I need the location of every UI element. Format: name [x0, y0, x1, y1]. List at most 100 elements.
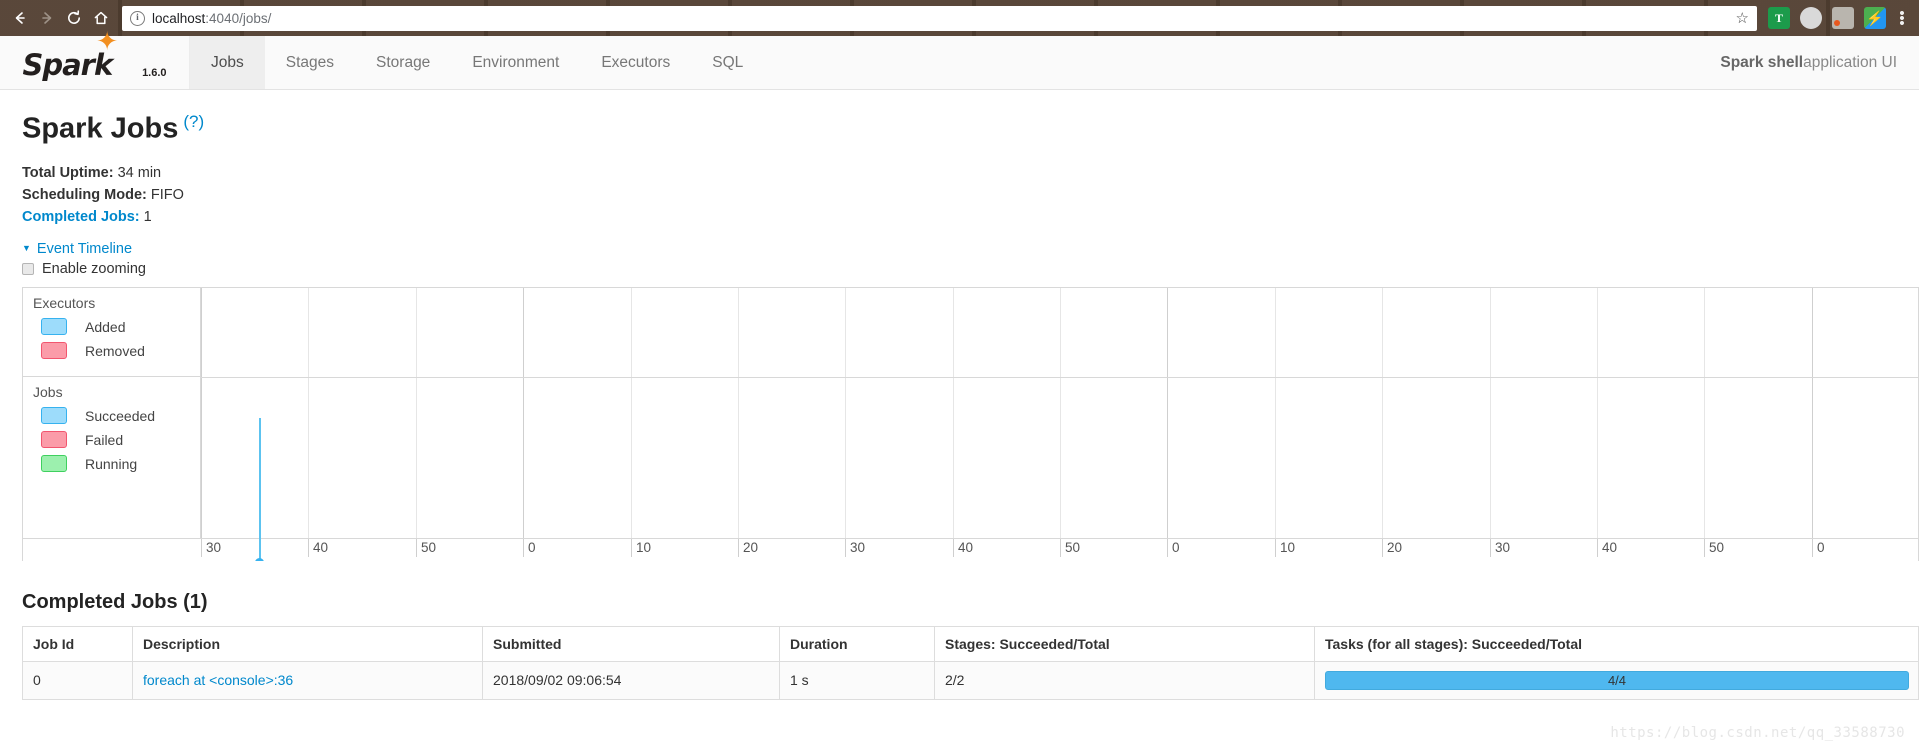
legend-jobs-title: Jobs: [33, 383, 63, 400]
browser-toolbar: i localhost :4040/jobs/ ☆ T •••: [0, 0, 1919, 36]
axis-tick-label: 30: [1495, 539, 1511, 555]
axis-tick-label: 50: [1709, 539, 1725, 555]
axis-tick-label: 20: [1387, 539, 1403, 555]
tasks-progress-bar: 4/4: [1325, 670, 1909, 690]
total-uptime-value: 34 min: [113, 164, 162, 181]
page-title-text: Spark Jobs: [22, 112, 179, 145]
legend-item-removed: Removed: [33, 339, 200, 363]
swatch-failed-icon: [41, 431, 67, 449]
col-submitted[interactable]: Submitted: [482, 625, 780, 662]
legend-label-removed: Removed: [85, 342, 145, 359]
legend-item-failed: Failed: [33, 428, 200, 452]
tab-jobs[interactable]: Jobs: [190, 36, 265, 89]
door-extension-icon[interactable]: [1832, 7, 1854, 29]
url-path: :4040/jobs/: [205, 10, 272, 26]
completed-jobs-value: 1: [139, 208, 152, 225]
col-tasks[interactable]: Tasks (for all stages): Succeeded/Total: [1314, 625, 1919, 662]
timeline-gridline: [201, 287, 202, 538]
legend-label-running: Running: [85, 455, 138, 472]
table-header-row: Job Id Description Submitted Duration St…: [22, 625, 1919, 662]
timeline-gridline: [1167, 287, 1168, 538]
back-icon[interactable]: [6, 5, 33, 32]
legend-label-added: Added: [85, 318, 126, 335]
tab-storage[interactable]: Storage: [355, 36, 451, 89]
spark-logo[interactable]: Spark ✦ 1.6.0: [0, 28, 190, 89]
timeline-axis-ticks: 30 40 50 0 10 20 30 40 50 0 10 20 30 40 50 0: [23, 537, 1918, 561]
url-host: localhost: [152, 10, 206, 26]
col-description[interactable]: Description: [132, 625, 483, 662]
timeline-gridline: [953, 287, 954, 538]
cell-tasks: 4/4: [1314, 660, 1919, 700]
spark-star-icon: ✦: [96, 26, 119, 56]
completed-jobs-table: Job Id Description Submitted Duration St…: [22, 625, 1919, 700]
timeline-gridline: [1060, 287, 1061, 538]
application-name: Spark shell application UI: [1720, 36, 1919, 89]
event-timeline-chart[interactable]: Executors Added Removed Jobs Succeeded F…: [22, 286, 1919, 561]
cell-duration: 1 s: [779, 660, 935, 700]
cell-stages: 2/2: [934, 660, 1315, 700]
application-name-suffix: application UI: [1803, 53, 1897, 71]
three-dots-menu-icon[interactable]: • • •: [1891, 6, 1913, 31]
timeline-gridline: [308, 287, 309, 538]
timeline-gridline: [1812, 287, 1813, 538]
legend-executors-title: Executors: [33, 294, 96, 311]
swatch-succeeded-icon: [41, 407, 67, 425]
timeline-gridline: [1275, 287, 1276, 538]
timeline-gridline: [738, 287, 739, 538]
timeline-gridline: [1704, 287, 1705, 538]
executor-event-line: [259, 417, 261, 561]
axis-tick-label: 0: [1172, 539, 1180, 555]
enable-zooming-label: Enable zooming: [42, 260, 146, 277]
completed-jobs-section: Completed Jobs (1) Job Id Description Su…: [22, 591, 1919, 700]
table-row: 0 foreach at <console>:36 2018/09/02 09:…: [22, 660, 1919, 700]
caret-down-icon: ▼: [22, 243, 31, 254]
axis-tick-label: 0: [528, 539, 536, 555]
legend-item-succeeded: Succeeded: [33, 404, 200, 428]
cell-description: foreach at <console>:36: [132, 660, 483, 700]
legend-label-failed: Failed: [85, 431, 124, 448]
axis-tick-label: 50: [1065, 539, 1081, 555]
job-description-link[interactable]: foreach at <console>:36: [143, 672, 293, 688]
tab-environment[interactable]: Environment: [451, 36, 580, 89]
flash-extension-icon[interactable]: [1864, 7, 1886, 29]
shield-extension-icon[interactable]: T: [1768, 7, 1790, 29]
help-link-icon[interactable]: (?): [183, 112, 204, 131]
col-job-id[interactable]: Job Id: [22, 625, 133, 662]
swatch-running-icon: [41, 455, 67, 473]
enable-zooming-checkbox[interactable]: [22, 262, 34, 275]
event-timeline-toggle[interactable]: ▼ Event Timeline: [22, 241, 1897, 257]
application-name-bold: Spark shell: [1720, 53, 1804, 71]
nav-tabs: Jobs Stages Storage Environment Executor…: [190, 36, 764, 89]
page-content: Spark Jobs (?) Total Uptime: 34 min Sched…: [0, 90, 1919, 700]
col-stages[interactable]: Stages: Succeeded/Total: [934, 625, 1315, 662]
bookmark-star-icon[interactable]: ☆: [1726, 9, 1749, 27]
timeline-legend: Executors Added Removed Jobs Succeeded F…: [23, 287, 201, 538]
tab-sql[interactable]: SQL: [691, 36, 764, 89]
completed-jobs-row: Completed Jobs: 1: [22, 206, 1897, 228]
axis-tick-label: 30: [850, 539, 866, 555]
tab-stages[interactable]: Stages: [265, 36, 355, 89]
event-timeline-label: Event Timeline: [36, 240, 133, 257]
legend-group-executors: Executors Added Removed: [23, 288, 200, 377]
timeline-gridline: [1597, 287, 1598, 538]
circle-extension-icon[interactable]: [1800, 7, 1822, 29]
address-bar[interactable]: i localhost :4040/jobs/ ☆: [122, 5, 1757, 31]
scheduling-mode-value: FIFO: [146, 186, 184, 203]
col-duration[interactable]: Duration: [779, 625, 935, 662]
timeline-gridline: [631, 287, 632, 538]
legend-label-succeeded: Succeeded: [85, 407, 156, 424]
axis-tick-label: 20: [743, 539, 759, 555]
timeline-gridlines: [201, 287, 1918, 538]
watermark-text: https://blog.csdn.net/qq_33588730: [1610, 725, 1905, 741]
axis-tick-label: 40: [313, 539, 329, 555]
tab-executors[interactable]: Executors: [580, 36, 691, 89]
axis-tick-label: 10: [636, 539, 652, 555]
swatch-added-icon: [41, 318, 67, 336]
spark-navbar: Spark ✦ 1.6.0 Jobs Stages Storage Enviro…: [0, 28, 1919, 90]
info-circle-icon[interactable]: i: [130, 10, 145, 26]
enable-zooming-row[interactable]: Enable zooming: [22, 261, 1897, 277]
reload-icon[interactable]: [60, 5, 87, 32]
axis-tick-label: 10: [1280, 539, 1296, 555]
scheduling-mode-row: Scheduling Mode: FIFO: [22, 184, 1897, 206]
completed-jobs-label[interactable]: Completed Jobs:: [22, 209, 140, 225]
